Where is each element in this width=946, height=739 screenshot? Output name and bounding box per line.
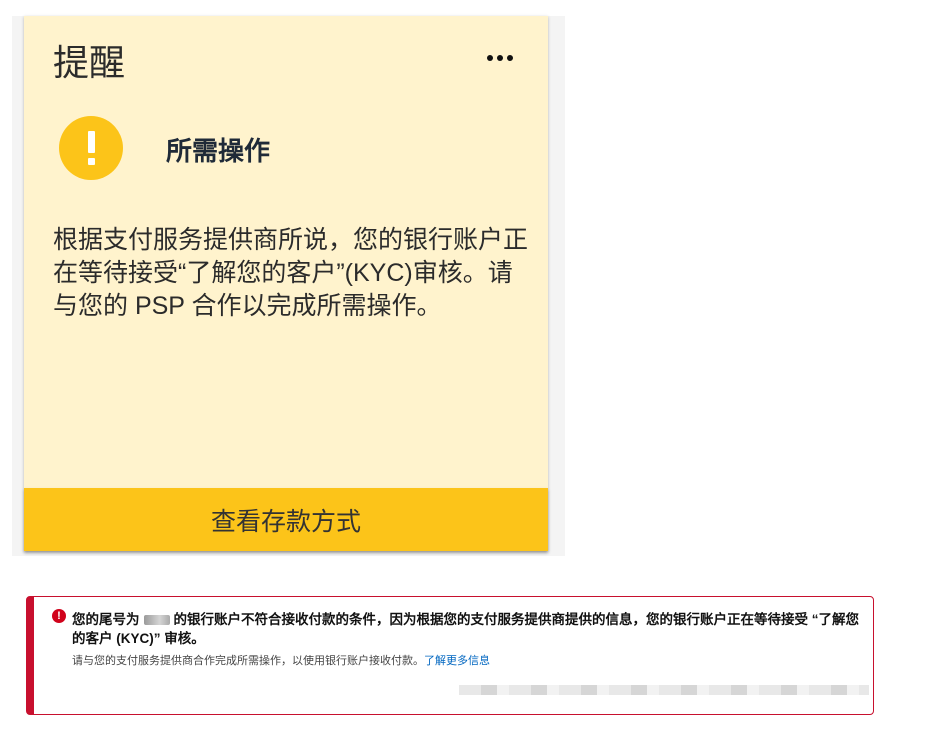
learn-more-link[interactable]: 了解更多信息 xyxy=(424,655,490,667)
error-alert-banner: ! 您的尾号为 的银行账户不符合接收付款的条件，因为根据您的支付服务提供商提供的信… xyxy=(26,596,874,715)
action-required-label: 所需操作 xyxy=(166,136,271,166)
view-deposit-methods-button[interactable]: 查看存款方式 xyxy=(24,488,548,551)
alert-card: 提醒 所需操作 根据支付服务提供商所说，您的银行账户正在等待接受“了解您的客户”… xyxy=(24,16,548,551)
alert-subtext-body: 请与您的支付服务提供商合作完成所需操作，以使用银行账户接收付款。 xyxy=(72,655,424,667)
alert-subtext: 请与您的支付服务提供商合作完成所需操作，以使用银行账户接收付款。了解更多信息 xyxy=(72,652,490,668)
alert-message: 您的尾号为 的银行账户不符合接收付款的条件，因为根据您的支付服务提供商提供的信息，… xyxy=(72,610,872,648)
warning-icon xyxy=(59,116,123,180)
redacted-content xyxy=(459,685,869,695)
error-icon: ! xyxy=(52,609,66,623)
card-description: 根据支付服务提供商所说，您的银行账户正在等待接受“了解您的客户”(KYC)审核。… xyxy=(53,226,529,320)
more-horizontal-icon[interactable] xyxy=(484,42,516,74)
alert-message-prefix: 您的尾号为 xyxy=(72,612,140,627)
alert-message-suffix: 的银行账户不符合接收付款的条件，因为根据您的支付服务提供商提供的信息，您的银行账… xyxy=(72,612,859,646)
masked-account-number xyxy=(143,615,170,626)
card-title: 提醒 xyxy=(53,42,126,83)
